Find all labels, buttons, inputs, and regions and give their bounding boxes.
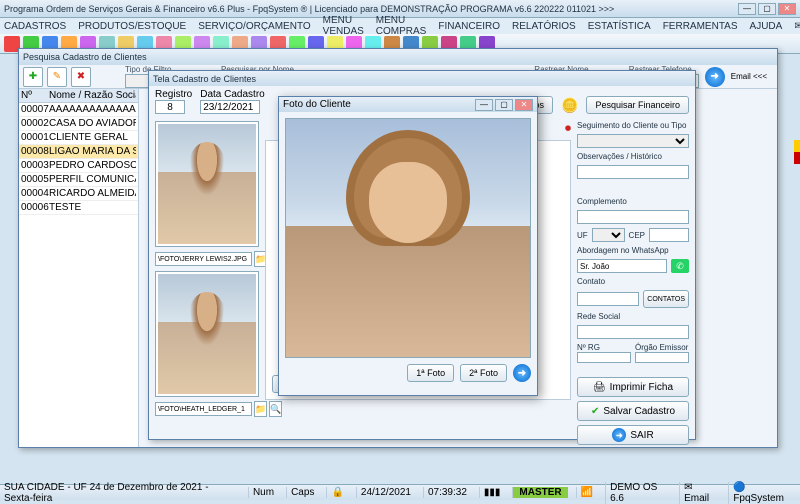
status-master: MASTER bbox=[512, 487, 567, 498]
first-photo-button[interactable]: 1ª Foto bbox=[407, 364, 454, 382]
menubar: CADASTROS PRODUTOS/ESTOQUE SERVIÇO/ORÇAM… bbox=[0, 18, 800, 34]
pd-close-button[interactable]: ✕ bbox=[515, 99, 533, 111]
client-row[interactable]: 00002CASA DO AVIADOR bbox=[19, 117, 138, 131]
obs-input[interactable] bbox=[577, 165, 689, 179]
menu-financeiro[interactable]: FINANCEIRO bbox=[438, 21, 500, 32]
menu-ferramentas[interactable]: FERRAMENTAS bbox=[663, 21, 738, 32]
client-row[interactable]: 00005PERFIL COMUNICAÇÃO bbox=[19, 173, 138, 187]
rec-toggle-icon[interactable]: ⏺ bbox=[565, 121, 571, 135]
whatsapp-icon[interactable]: ✆ bbox=[671, 259, 689, 273]
rede-input[interactable] bbox=[577, 325, 689, 339]
rg-input[interactable] bbox=[577, 352, 631, 363]
coin-icon: 🪙 bbox=[561, 97, 578, 114]
status-num: Num bbox=[248, 487, 278, 498]
search-go-button[interactable]: ➜ bbox=[705, 67, 725, 87]
printer-icon: 🖨 bbox=[593, 382, 606, 393]
followup-label: Seguimento do Cliente ou Tipo bbox=[577, 121, 689, 130]
print-button[interactable]: 🖨Imprimir Ficha bbox=[577, 377, 689, 397]
delete-button[interactable]: ✖ bbox=[71, 67, 91, 87]
flag-yellow bbox=[794, 140, 800, 152]
photo-next-button[interactable]: ➜ bbox=[513, 364, 531, 382]
second-photo-button[interactable]: 2ª Foto bbox=[460, 364, 507, 382]
pd-maximize-button[interactable]: ▢ bbox=[495, 99, 513, 111]
photo-2 bbox=[155, 271, 259, 397]
status-time: 07:39:32 bbox=[423, 487, 471, 498]
client-row[interactable]: 00008LIGAO MARIA DA SILVA bbox=[19, 145, 138, 159]
status-location: SUA CIDADE - UF 24 de Dezembro de 2021 -… bbox=[4, 482, 232, 504]
rede-label: Rede Social bbox=[577, 312, 689, 321]
client-row[interactable]: 00003PEDRO CARDOSO DE ME bbox=[19, 159, 138, 173]
uf-label: UF bbox=[577, 231, 588, 240]
flag-red bbox=[794, 152, 800, 164]
cep-input[interactable] bbox=[649, 228, 689, 242]
exit-arrow-icon: ➜ bbox=[612, 428, 626, 442]
minimize-button[interactable]: — bbox=[738, 3, 756, 15]
status-fpq[interactable]: 🔵 FpqSystem bbox=[728, 482, 796, 504]
maximize-button[interactable]: ▢ bbox=[758, 3, 776, 15]
photo-1 bbox=[155, 121, 259, 247]
email-button[interactable]: ✉ E-MAIL bbox=[794, 15, 800, 37]
email-col-label: Email <<< bbox=[731, 72, 767, 81]
client-photo-large bbox=[285, 118, 531, 358]
whats-label: Abordagem no WhatsApp bbox=[577, 246, 689, 255]
app-title: Programa Ordem de Serviços Gerais & Fina… bbox=[4, 4, 738, 14]
client-row[interactable]: 00007AAAAAAAAAAAAAAAAA bbox=[19, 103, 138, 117]
photo-dialog-title: Foto do Cliente bbox=[283, 99, 475, 110]
client-row[interactable]: 00004RICARDO ALMEIDA bbox=[19, 187, 138, 201]
orgao-input[interactable] bbox=[635, 352, 689, 363]
statusbar: SUA CIDADE - UF 24 de Dezembro de 2021 -… bbox=[0, 484, 800, 500]
obs-label: Observações / Histórico bbox=[577, 152, 689, 161]
menu-estatistica[interactable]: ESTATÍSTICA bbox=[588, 21, 651, 32]
check-icon: ✔ bbox=[591, 406, 599, 417]
compl-label: Complemento bbox=[577, 197, 689, 206]
col-num: Nº bbox=[21, 90, 49, 101]
followup-select[interactable] bbox=[577, 134, 689, 148]
reg-label: Registro bbox=[155, 89, 192, 100]
save-button[interactable]: ✔Salvar Cadastro bbox=[577, 401, 689, 421]
edit-button[interactable]: ✎ bbox=[47, 67, 67, 87]
menu-compras[interactable]: MENU COMPRAS bbox=[376, 15, 427, 37]
status-email-icon[interactable]: ✉ Email bbox=[679, 482, 720, 504]
compl-input[interactable] bbox=[577, 210, 689, 224]
date-label: Data Cadastro bbox=[200, 89, 264, 100]
col-name: Nome / Razão Social bbox=[49, 90, 136, 101]
client-row[interactable]: 00001CLIENTE GERAL bbox=[19, 131, 138, 145]
whats-input[interactable] bbox=[577, 259, 667, 273]
status-demo: DEMO OS 6.6 bbox=[605, 482, 671, 504]
uf-select[interactable] bbox=[592, 228, 625, 242]
photo2-path[interactable] bbox=[155, 402, 252, 416]
cep-label: CEP bbox=[629, 231, 645, 240]
photo1-path[interactable] bbox=[155, 252, 252, 266]
menu-produtos[interactable]: PRODUTOS/ESTOQUE bbox=[78, 21, 186, 32]
status-bar-icon: ▮▮▮ bbox=[479, 487, 505, 498]
detail-window-title: Tela Cadastro de Clientes bbox=[149, 71, 695, 86]
reg-input[interactable] bbox=[155, 100, 185, 114]
photo-dialog: Foto do Cliente — ▢ ✕ 1ª Foto 2ª Foto ➜ bbox=[278, 96, 538, 396]
status-caps: Caps bbox=[286, 487, 318, 498]
close-button[interactable]: ✕ bbox=[778, 3, 796, 15]
contato-input[interactable] bbox=[577, 292, 639, 306]
date-input[interactable] bbox=[200, 100, 260, 114]
status-signal-icon: 📶 bbox=[576, 487, 597, 498]
contatos-button[interactable]: CONTATOS bbox=[643, 290, 689, 308]
orgao-label: Órgão Emissor bbox=[635, 343, 689, 352]
menu-cadastros[interactable]: CADASTROS bbox=[4, 21, 66, 32]
search-finance-button[interactable]: Pesquisar Financeiro bbox=[586, 96, 689, 114]
pd-minimize-button[interactable]: — bbox=[475, 99, 493, 111]
client-row[interactable]: 00006TESTE bbox=[19, 201, 138, 215]
menu-relatorios[interactable]: RELATÓRIOS bbox=[512, 21, 576, 32]
status-date: 24/12/2021 bbox=[356, 487, 415, 498]
status-lock-icon: 🔒 bbox=[326, 487, 347, 498]
menu-ajuda[interactable]: AJUDA bbox=[750, 21, 783, 32]
rg-label: Nº RG bbox=[577, 343, 631, 352]
contato-label: Contato bbox=[577, 277, 689, 286]
exit-button[interactable]: ➜SAIR bbox=[577, 425, 689, 445]
client-list: NºNome / Razão Social 00007AAAAAAAAAAAAA… bbox=[19, 89, 139, 447]
menu-servico[interactable]: SERVIÇO/ORÇAMENTO bbox=[198, 21, 310, 32]
add-button[interactable]: ✚ bbox=[23, 67, 43, 87]
menu-vendas[interactable]: MENU VENDAS bbox=[323, 15, 364, 37]
